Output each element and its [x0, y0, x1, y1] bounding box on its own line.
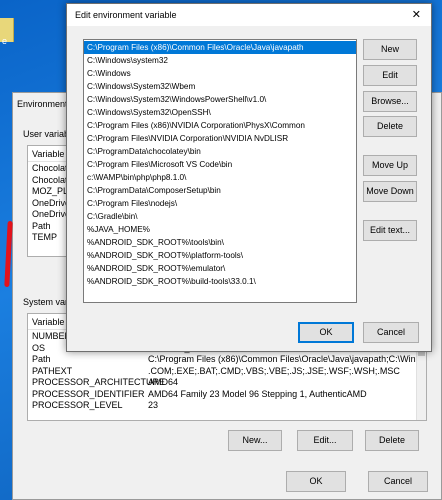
move-down-button[interactable]: Move Down	[363, 181, 417, 202]
path-entry[interactable]: C:\Program Files\NVIDIA Corporation\NVID…	[84, 132, 356, 145]
move-up-button[interactable]: Move Up	[363, 155, 417, 176]
system-var-value: C:\Program Files (x86)\Common Files\Orac…	[148, 354, 424, 364]
system-var-row[interactable]: PROCESSOR_LEVEL 23	[28, 399, 426, 411]
path-entry[interactable]: C:\ProgramData\ComposerSetup\bin	[84, 184, 356, 197]
path-entry[interactable]: C:\Program Files (x86)\Common Files\Orac…	[84, 41, 356, 54]
system-var-name: OS	[32, 342, 46, 353]
edit-ok-button[interactable]: OK	[298, 322, 354, 343]
user-var-name: TEMP	[32, 232, 58, 242]
path-entry[interactable]: C:\Windows\System32\Wbem	[84, 80, 356, 93]
system-var-row[interactable]: PATHEXT .COM;.EXE;.BAT;.CMD;.VBS;.VBE;.JS…	[28, 365, 426, 377]
env-ok-button[interactable]: OK	[286, 471, 346, 492]
path-entry[interactable]: c:\WAMP\bin\php\php8.1.0\	[84, 171, 356, 184]
system-var-name: PROCESSOR_IDENTIFIER	[32, 388, 145, 399]
path-entry[interactable]: C:\Windows\System32\OpenSSH\	[84, 106, 356, 119]
user-var-name: Path	[32, 220, 51, 231]
system-var-row[interactable]: Path C:\Program Files (x86)\Common Files\…	[28, 353, 426, 365]
user-var-name: OneDrive	[32, 209, 71, 219]
system-var-name: PROCESSOR_LEVEL	[32, 400, 123, 410]
user-var-name: OneDrive	[32, 197, 71, 208]
user-vars-column-variable: Variable	[32, 149, 65, 159]
system-var-row[interactable]: PROCESSOR_ARCHITECTURE AMD64	[28, 376, 426, 388]
path-entry[interactable]: C:\ProgramData\chocolatey\bin	[84, 145, 356, 158]
env-cancel-button[interactable]: Cancel	[368, 471, 428, 492]
system-var-value: AMD64 Family 23 Model 96 Stepping 1, Aut…	[148, 388, 367, 399]
path-entries-list[interactable]: C:\Program Files (x86)\Common Files\Orac…	[83, 39, 357, 303]
path-entry[interactable]: C:\Program Files\nodejs\	[84, 197, 356, 210]
path-entry[interactable]: C:\Windows\system32	[84, 54, 356, 67]
system-var-name: PATHEXT	[32, 365, 73, 376]
path-entry[interactable]: %ANDROID_SDK_ROOT%\platform-tools\	[84, 249, 356, 262]
path-entry[interactable]: C:\Program Files (x86)\NVIDIA Corporatio…	[84, 119, 356, 132]
edit-dialog-titlebar[interactable]: Edit environment variable ✕	[67, 4, 431, 26]
system-new-button[interactable]: New...	[228, 430, 282, 451]
system-var-value: .COM;.EXE;.BAT;.CMD;.VBS;.VBE;.JS;.JSE;.…	[148, 365, 400, 376]
path-entry[interactable]: C:\Program Files\Microsoft VS Code\bin	[84, 158, 356, 171]
new-entry-button[interactable]: New	[363, 39, 417, 60]
edit-entry-button[interactable]: Edit	[363, 65, 417, 86]
path-entry[interactable]: C:\Gradle\bin\	[84, 210, 356, 223]
browse-button[interactable]: Browse...	[363, 91, 417, 112]
desktop-icon-label: e	[2, 36, 8, 46]
system-var-name: Path	[32, 354, 51, 364]
system-delete-button[interactable]: Delete	[365, 430, 419, 451]
system-edit-button[interactable]: Edit...	[297, 430, 353, 451]
system-var-value: AMD64	[148, 377, 179, 387]
path-entry[interactable]: %ANDROID_SDK_ROOT%\build-tools\33.0.1\	[84, 275, 356, 288]
system-vars-column-variable: Variable	[32, 317, 65, 327]
path-entry[interactable]: %ANDROID_SDK_ROOT%\emulator\	[84, 262, 356, 275]
edit-text-button[interactable]: Edit text...	[363, 220, 417, 241]
path-entry[interactable]: C:\Windows	[84, 67, 356, 80]
close-icon[interactable]: ✕	[412, 8, 421, 21]
system-var-name: PROCESSOR_ARCHITECTURE	[32, 377, 166, 387]
delete-entry-button[interactable]: Delete	[363, 116, 417, 137]
edit-dialog-title: Edit environment variable	[75, 10, 177, 20]
edit-cancel-button[interactable]: Cancel	[363, 322, 419, 343]
system-var-row[interactable]: PROCESSOR_IDENTIFIER AMD64 Family 23 Mode…	[28, 388, 426, 400]
edit-environment-variable-dialog: Edit environment variable ✕ C:\Program F…	[66, 3, 432, 352]
path-entry[interactable]: %JAVA_HOME%	[84, 223, 356, 236]
path-entry[interactable]: C:\Windows\System32\WindowsPowerShell\v1…	[84, 93, 356, 106]
path-entry[interactable]: %ANDROID_SDK_ROOT%\tools\bin\	[84, 236, 356, 249]
system-var-value: 23	[148, 400, 159, 410]
